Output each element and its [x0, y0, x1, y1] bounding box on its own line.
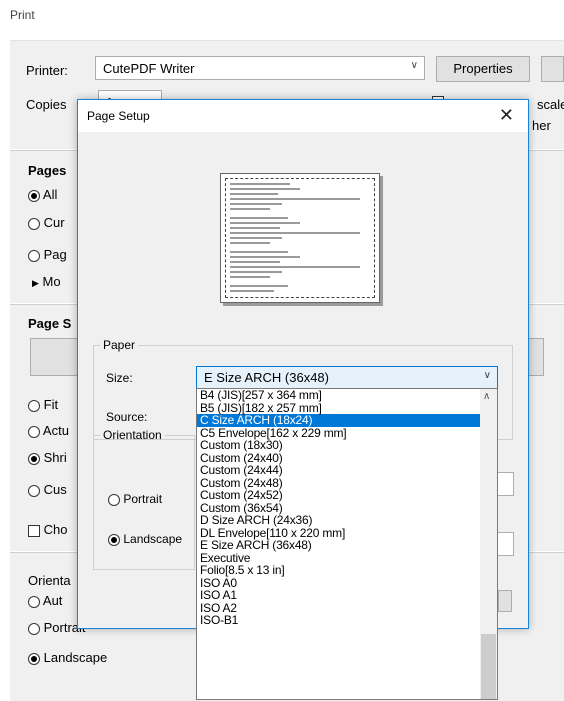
dialog-titlebar: Page Setup ✕	[78, 100, 528, 132]
radio-icon	[28, 452, 40, 465]
pages-range-option[interactable]: Pag	[28, 247, 67, 262]
radio-icon	[28, 217, 40, 230]
chevron-down-icon: ∨	[410, 60, 418, 71]
checkbox-icon	[28, 524, 40, 537]
choose-paper-option[interactable]: Cho	[28, 522, 67, 537]
source-label: Source:	[106, 410, 148, 424]
copies-label: Copies	[26, 97, 67, 112]
paper-size-option[interactable]: ISO A0	[197, 576, 497, 590]
pages-heading: Pages	[28, 163, 67, 178]
size-tab-button[interactable]	[30, 338, 80, 376]
cancel-button[interactable]	[498, 590, 512, 612]
close-icon[interactable]: ✕	[499, 105, 514, 126]
radio-icon	[28, 595, 40, 608]
dropdown-scrollbar[interactable]: ∧	[480, 389, 497, 699]
orientation-heading: Orienta	[28, 573, 71, 588]
left-margin-input[interactable]	[496, 472, 514, 496]
preview-text-lines	[225, 178, 375, 298]
actual-size-option[interactable]: Actu	[28, 423, 69, 438]
dialog-landscape-option[interactable]: Landscape	[108, 532, 182, 546]
paper-size-option[interactable]: D Size ARCH (24x36)	[197, 514, 497, 527]
page-preview	[220, 173, 384, 309]
fit-option[interactable]: Fit	[28, 397, 58, 412]
radio-icon	[108, 493, 120, 506]
paper-size-option[interactable]: C Size ARCH (18x24)	[197, 414, 497, 427]
radio-icon	[28, 249, 40, 262]
properties-button[interactable]: Properties	[436, 56, 530, 82]
paper-size-option[interactable]: Custom (24x44)	[197, 464, 497, 477]
dialog-title: Page Setup	[87, 109, 150, 123]
chevron-up-icon[interactable]: ∧	[483, 391, 490, 402]
pages-all-option[interactable]: All	[28, 187, 57, 202]
paper-size-select[interactable]: E Size ARCH (36x48) ∨	[196, 366, 498, 389]
grayscale-label: scale	[537, 97, 564, 112]
radio-icon	[28, 622, 40, 635]
radio-icon	[28, 425, 40, 438]
auto-orientation-option[interactable]: Aut	[28, 593, 62, 608]
paper-size-option[interactable]: B4 (JIS)[257 x 364 mm]	[197, 389, 497, 402]
paper-size-option[interactable]: ISO A2	[197, 601, 497, 615]
radio-icon	[28, 484, 40, 497]
advanced-button[interactable]	[541, 56, 564, 82]
custom-scale-option[interactable]: Cus	[28, 482, 67, 497]
more-settings-toggle[interactable]: ▶ Mo	[32, 274, 61, 289]
paper-size-value: E Size ARCH (36x48)	[204, 370, 329, 385]
landscape-orientation-option[interactable]: Landscape	[28, 650, 107, 665]
paper-size-option[interactable]: ISO A1	[197, 589, 497, 602]
page-sizing-heading: Page S	[28, 316, 72, 331]
triangle-right-icon: ▶	[32, 278, 39, 288]
radio-icon	[28, 189, 40, 202]
radio-icon	[28, 399, 40, 412]
pages-current-option[interactable]: Cur	[28, 215, 65, 230]
printer-label: Printer:	[26, 63, 68, 78]
paper-size-dropdown-list[interactable]: B4 (JIS)[257 x 364 mm] B5 (JIS)[182 x 257…	[196, 388, 498, 700]
scrollbar-thumb[interactable]	[481, 634, 496, 699]
dialog-portrait-option[interactable]: Portrait	[108, 492, 162, 506]
printer-value: CutePDF Writer	[103, 61, 195, 76]
preview-page	[220, 173, 380, 303]
paper-size-option[interactable]: Custom (18x30)	[197, 439, 497, 452]
size-label: Size:	[106, 371, 133, 385]
paper-group-label: Paper	[103, 338, 136, 352]
printer-select[interactable]: CutePDF Writer ∨	[95, 56, 425, 80]
window-title: Print	[10, 8, 35, 22]
paper-size-option[interactable]: Custom (24x52)	[197, 489, 497, 502]
radio-icon	[28, 652, 40, 665]
paper-size-option[interactable]: E Size ARCH (36x48)	[197, 539, 497, 552]
right-margin-input[interactable]	[496, 532, 514, 556]
orientation-group-label: Orientation	[103, 428, 162, 442]
paper-size-option[interactable]: ISO-B1	[197, 614, 497, 627]
other-label: her	[532, 118, 551, 133]
radio-icon	[108, 533, 120, 546]
paper-size-option[interactable]: Folio[8.5 x 13 in]	[197, 564, 497, 577]
shrink-option[interactable]: Shri	[28, 450, 67, 465]
chevron-down-icon: ∨	[483, 370, 491, 381]
